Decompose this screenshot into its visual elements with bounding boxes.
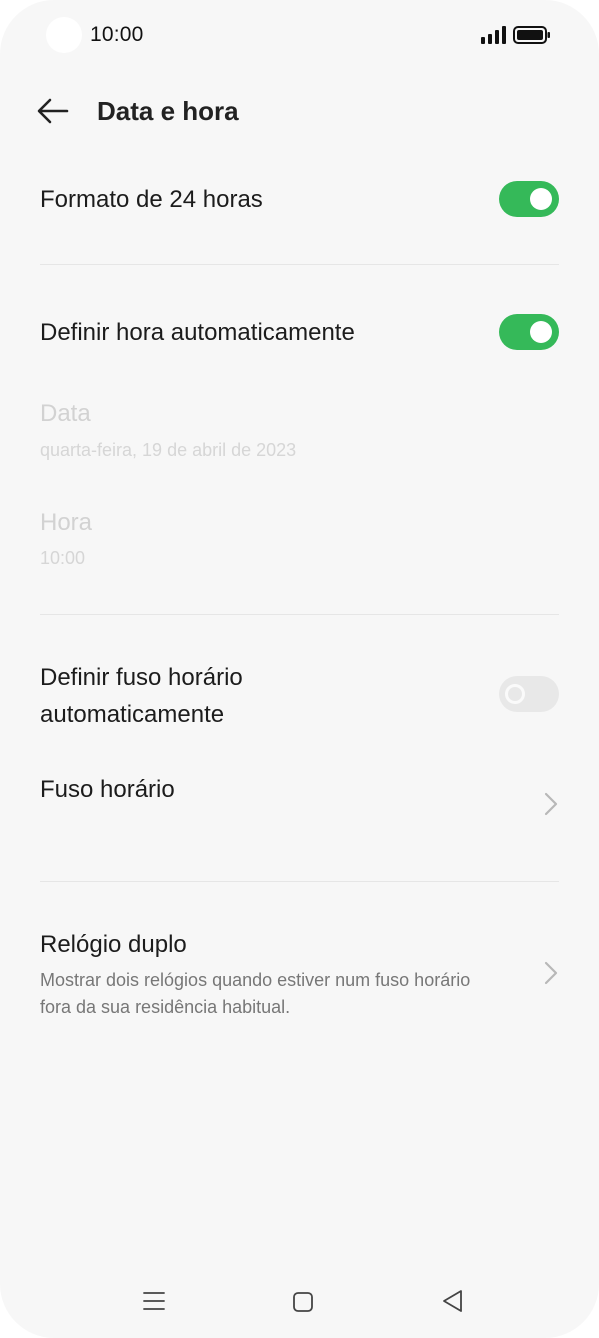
arrow-left-icon — [37, 98, 69, 124]
divider — [40, 614, 559, 615]
chevron-right-icon[interactable] — [543, 791, 559, 817]
back-triangle-icon[interactable] — [440, 1288, 466, 1314]
menu-icon[interactable] — [142, 1290, 166, 1312]
time-value: 10:00 — [40, 548, 86, 568]
timezone-label[interactable]: Fuso horário — [40, 771, 175, 808]
time-label: Hora — [40, 509, 93, 536]
status-time: 10:00 — [90, 23, 144, 46]
date-label: Data — [40, 400, 91, 427]
chevron-right-icon[interactable] — [543, 960, 559, 986]
auto-time-toggle[interactable] — [499, 314, 559, 350]
dual-clock-desc-line2: fora da sua residência habitual. — [40, 997, 291, 1017]
phone-screen: 10:00 Data e hora Formato de 24 horas De… — [0, 0, 599, 1338]
auto-time-label[interactable]: Definir hora automaticamente — [40, 314, 355, 351]
auto-timezone-label-line2[interactable]: automaticamente — [40, 696, 224, 733]
dual-clock-desc-line1: Mostrar dois relógios quando estiver num… — [40, 970, 471, 990]
divider — [40, 264, 559, 265]
back-button[interactable] — [34, 94, 72, 128]
toggle-knob — [530, 188, 552, 210]
front-camera — [46, 17, 82, 53]
dual-clock-label[interactable]: Relógio duplo — [40, 926, 187, 963]
signal-icon — [481, 26, 506, 44]
auto-timezone-label-line1[interactable]: Definir fuso horário — [40, 659, 243, 696]
divider — [40, 881, 559, 882]
battery-icon — [513, 26, 550, 44]
date-value: quarta-feira, 19 de abril de 2023 — [40, 440, 297, 460]
toggle-knob — [505, 684, 525, 704]
auto-timezone-toggle[interactable] — [499, 676, 559, 712]
page-title: Data e hora — [97, 96, 239, 126]
toggle-knob — [530, 321, 552, 343]
home-icon[interactable] — [291, 1290, 315, 1314]
format-24h-label[interactable]: Formato de 24 horas — [40, 181, 263, 218]
format-24h-toggle[interactable] — [499, 181, 559, 217]
